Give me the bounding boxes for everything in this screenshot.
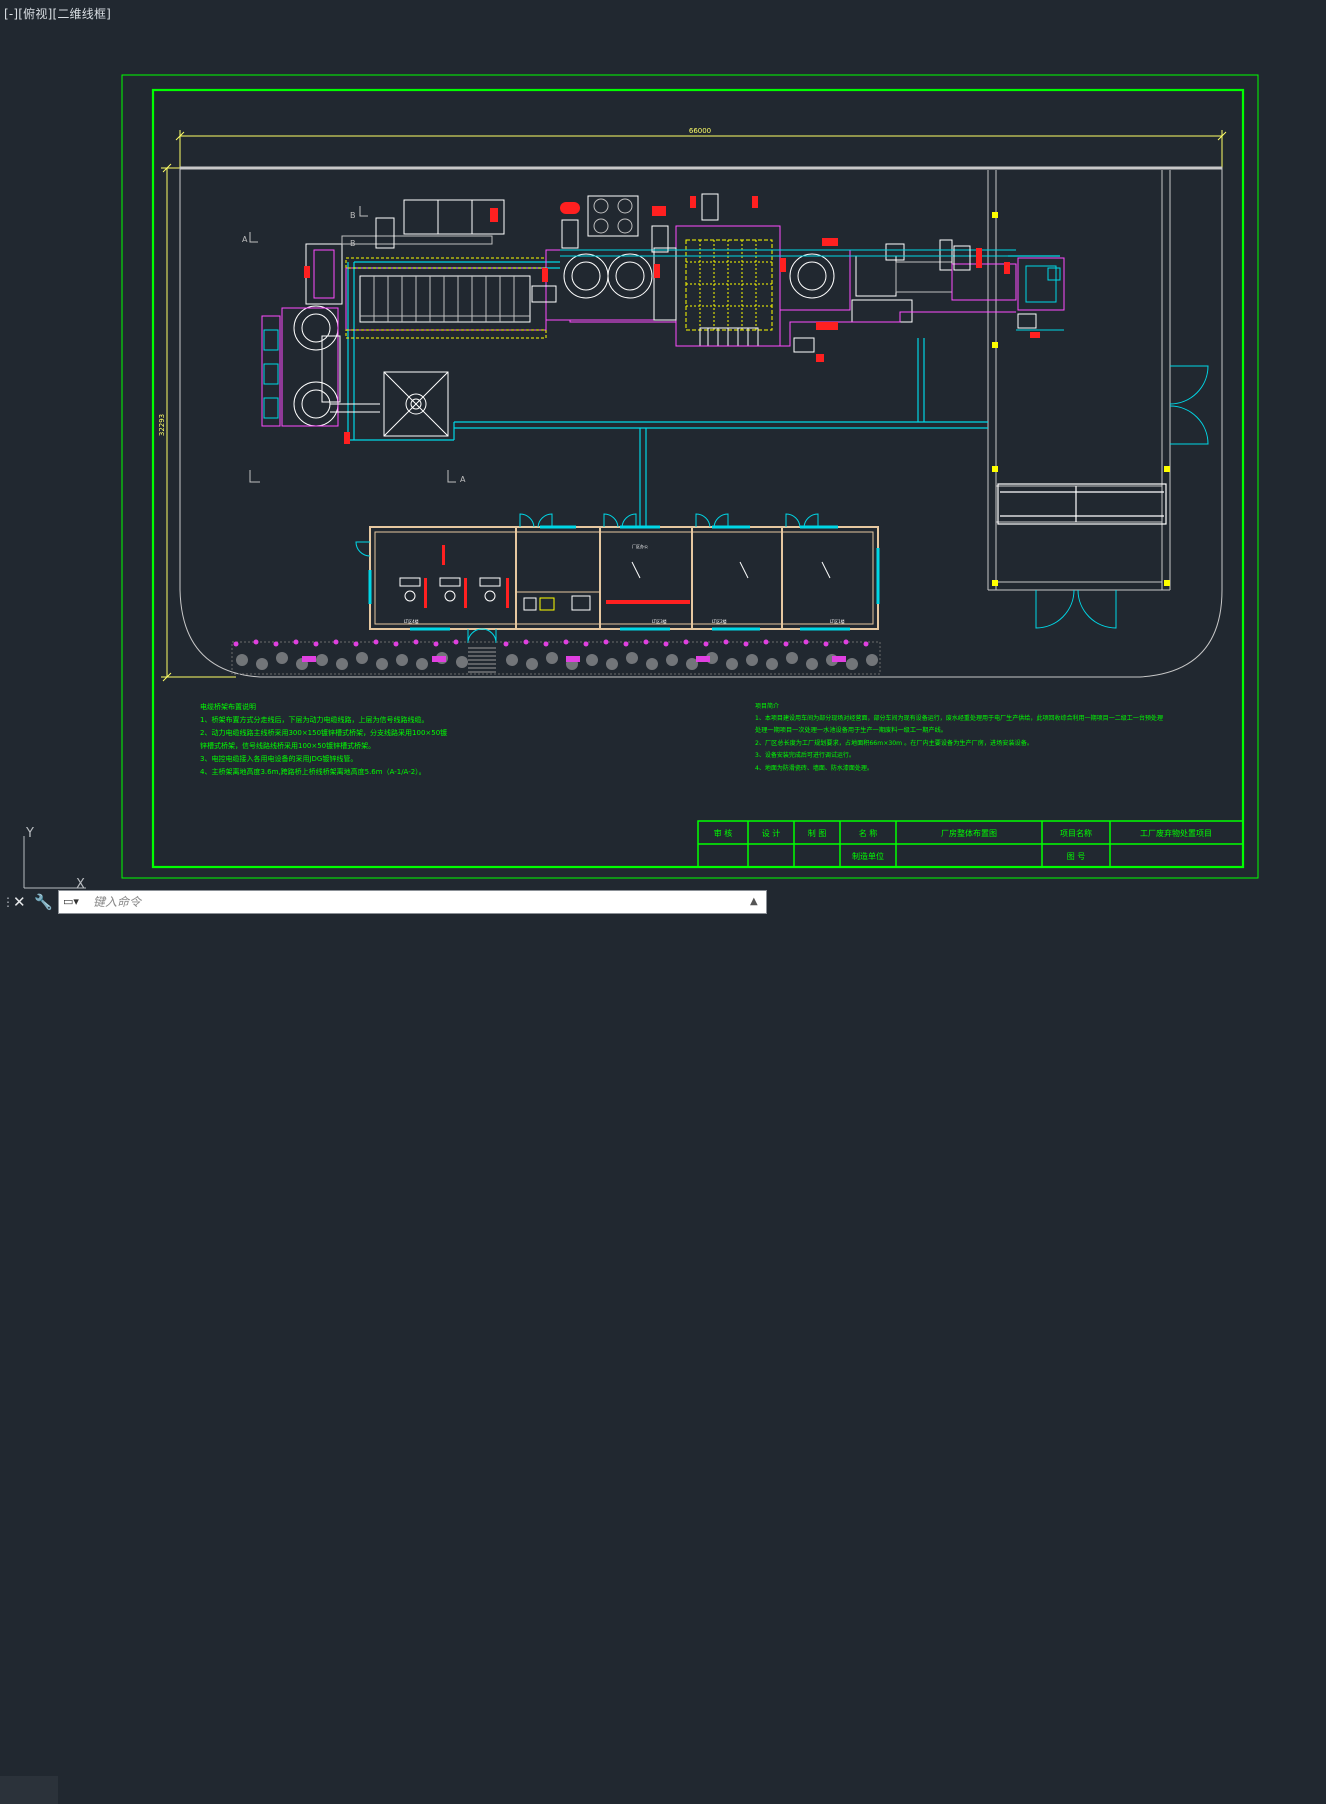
section-mark-b2: B (350, 239, 356, 248)
dimension-vertical-label: 32293 (158, 414, 166, 436)
section-mark-a2: A (460, 475, 466, 484)
notes-right-line-2: 处理一期项目一次处理一水池设备用于生产一期废料一级工一期产线。 (755, 726, 947, 734)
title-block-review: 审 核 (714, 828, 733, 838)
title-block-project-name: 工厂废弃物处置项目 (1140, 828, 1212, 838)
drawing-canvas[interactable]: 66000 32293 A A B B 厂区办公 LT区4楼 LT区3楼 LT区… (0, 0, 1326, 888)
command-input-box[interactable]: ▭▾ ▲ (58, 890, 767, 914)
section-mark-b1: B (350, 211, 356, 220)
command-line-toolstrip (0, 1776, 58, 1804)
dimension-vertical (161, 163, 236, 682)
notes-left-line-2: 2、动力电缆线路主线桥采用300×150镀锌槽式桥架，分支线路采用100×50镀 (200, 728, 447, 737)
notes-left-line-5: 4、主桥架离地高度3.6m,跨路桥上桥线桥架离地高度5.6m（A-1/A-2）。 (200, 767, 426, 776)
office-room-label-5: LT区1楼 (830, 618, 845, 624)
notes-right-line-4: 3、设备安装完成后可进行调试运行。 (755, 751, 855, 759)
gate-frame (997, 483, 1167, 525)
title-block (697, 820, 1244, 868)
office-accents (424, 545, 690, 608)
title-block-name-label: 名 称 (859, 828, 878, 838)
command-line-bar: ⋮ ✕ 🔧 ▭▾ ▲ (0, 888, 770, 1804)
notes-left: 电缆桥架布置说明 1、桥架布置方式分走线后，下层为动力电缆线路，上层为信号线路线… (200, 702, 447, 776)
wrench-icon[interactable]: 🔧 (34, 893, 53, 911)
notes-right-line-3: 2、厂区总长度为工厂规划要求，占地面积66m×30m 。在厂内主要设备为生产厂房… (755, 739, 1033, 747)
landscaping (231, 639, 881, 675)
gate-doors (1035, 365, 1209, 629)
title-block-project-label: 项目名称 (1060, 828, 1092, 838)
gate-markers (992, 212, 1170, 586)
notes-left-line-3: 锌槽式桥架，信号线路线桥采用100×50镀锌槽式桥架。 (200, 741, 375, 750)
office-room-label-3: LT区3楼 (652, 618, 667, 624)
notes-right: 项目简介 1、本项目建设用车间为部分现场对经营面，部分车间为现有设备运行，废水经… (755, 702, 1163, 772)
title-block-design: 设 计 (762, 828, 781, 838)
notes-right-line-1: 1、本项目建设用车间为部分现场对经营面，部分车间为现有设备运行，废水经重处理用于… (755, 714, 1163, 722)
title-block-drawing-name: 厂房整体布置图 (941, 828, 997, 838)
grip-handle-icon[interactable]: ⋮ (2, 894, 14, 910)
notes-right-title: 项目简介 (755, 702, 779, 710)
title-block-drawing-no: 图 号 (1067, 852, 1086, 861)
dimension-horizontal-label: 66000 (689, 127, 711, 135)
dimension-horizontal (175, 130, 1227, 168)
close-icon[interactable]: ✕ (13, 893, 27, 911)
chevron-up-icon[interactable]: ▲ (750, 894, 762, 910)
command-input[interactable] (93, 893, 733, 911)
title-block-draw: 制 图 (808, 828, 827, 838)
notes-left-line-1: 1、桥架布置方式分走线后，下层为动力电缆线路，上层为信号线路线缆。 (200, 715, 428, 724)
inner-frame (151, 88, 1245, 869)
notes-right-line-5: 4、地面为防滑瓷砖、墙面、防水漆面处理。 (755, 764, 873, 772)
cable-tray-routes (347, 255, 1060, 528)
notes-left-title: 电缆桥架布置说明 (200, 702, 256, 711)
right-building (987, 170, 1171, 591)
notes-left-line-4: 3、电控电缆接入各用电设备的采用JDG镀锌线管。 (200, 754, 357, 763)
office-room-label-2: LT区4楼 (404, 618, 419, 624)
ucs-icon: Y X (23, 826, 86, 892)
office-yellow-fixture (539, 597, 555, 611)
office-room-label-1: 厂区办公 (632, 543, 648, 549)
title-block-maker: 制造单位 (852, 851, 884, 861)
office-room-label-4: LT区2楼 (712, 618, 727, 624)
command-prompt-icon[interactable]: ▭▾ (63, 895, 89, 909)
section-mark-a1: A (242, 235, 248, 244)
ucs-y-label: Y (25, 826, 34, 841)
process-line-equipment (261, 195, 1065, 437)
